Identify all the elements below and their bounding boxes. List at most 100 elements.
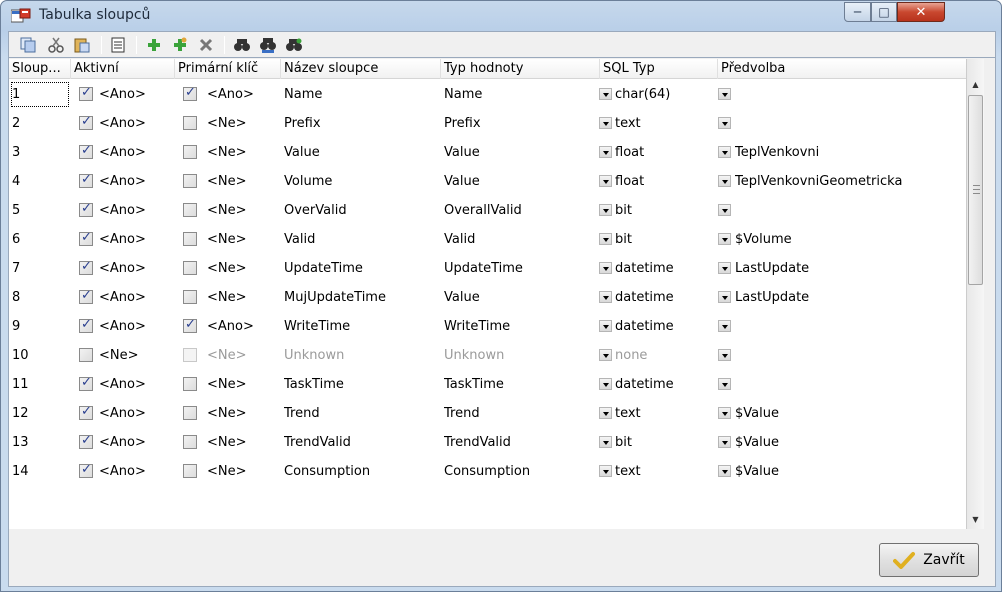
default-cell[interactable] bbox=[735, 312, 965, 341]
active-checkbox[interactable] bbox=[79, 143, 93, 159]
header-default[interactable]: Předvolba bbox=[718, 59, 966, 79]
cell-column-number[interactable]: 12 bbox=[9, 399, 71, 428]
value-type-cell[interactable]: WriteTime bbox=[444, 312, 594, 341]
header-value-type[interactable]: Typ hodnoty bbox=[441, 59, 600, 79]
column-name-cell[interactable]: Value bbox=[284, 138, 439, 167]
table-row[interactable]: 9 <Ano> <Ano> WriteTimeWriteTime datetime bbox=[9, 312, 966, 341]
default-cell[interactable]: LastUpdate bbox=[735, 283, 965, 312]
find-button[interactable] bbox=[231, 34, 253, 56]
scroll-up-arrow-icon[interactable]: ▲ bbox=[967, 76, 984, 93]
paste-button[interactable] bbox=[71, 34, 93, 56]
delete-row-button[interactable] bbox=[195, 34, 217, 56]
cell-column-number[interactable]: 3 bbox=[9, 138, 71, 167]
table-properties-button[interactable] bbox=[107, 34, 129, 56]
close-button[interactable]: Zavřít bbox=[879, 543, 979, 577]
column-name-cell[interactable]: Valid bbox=[284, 225, 439, 254]
close-window-button[interactable]: ✕ bbox=[897, 2, 945, 22]
active-checkbox[interactable] bbox=[79, 404, 93, 420]
default-cell[interactable]: $Value bbox=[735, 428, 965, 457]
primary-key-checkbox[interactable] bbox=[183, 85, 197, 101]
default-cell[interactable]: TeplVenkovniGeometricka bbox=[735, 167, 965, 196]
primary-key-checkbox[interactable] bbox=[183, 317, 197, 333]
value-type-cell[interactable]: Name bbox=[444, 80, 594, 109]
column-name-cell[interactable]: TaskTime bbox=[284, 370, 439, 399]
primary-key-checkbox[interactable] bbox=[183, 406, 197, 420]
column-name-cell[interactable]: WriteTime bbox=[284, 312, 439, 341]
active-checkbox[interactable] bbox=[79, 85, 93, 101]
table-row[interactable]: 14 <Ano> <Ne> ConsumptionConsumption text $Va… bbox=[9, 457, 966, 486]
sql-type-cell[interactable]: bit bbox=[615, 428, 715, 457]
value-type-dropdown-icon[interactable] bbox=[599, 146, 612, 158]
sql-type-cell[interactable]: datetime bbox=[615, 254, 715, 283]
scrollbar-thumb[interactable] bbox=[968, 95, 983, 285]
column-name-cell[interactable]: Trend bbox=[284, 399, 439, 428]
column-name-cell[interactable]: Prefix bbox=[284, 109, 439, 138]
value-type-dropdown-icon[interactable] bbox=[599, 436, 612, 448]
primary-key-checkbox[interactable] bbox=[183, 203, 197, 217]
value-type-dropdown-icon[interactable] bbox=[599, 349, 612, 361]
table-row[interactable]: 11 <Ano> <Ne> TaskTimeTaskTime datetime bbox=[9, 370, 966, 399]
value-type-dropdown-icon[interactable] bbox=[599, 407, 612, 419]
value-type-dropdown-icon[interactable] bbox=[599, 233, 612, 245]
sql-type-dropdown-icon[interactable] bbox=[718, 233, 731, 245]
value-type-dropdown-icon[interactable] bbox=[599, 117, 612, 129]
table-row[interactable]: 1 <Ano> <Ano> NameName char(64) bbox=[9, 80, 966, 109]
add-child-button[interactable] bbox=[169, 34, 191, 56]
active-checkbox[interactable] bbox=[79, 348, 93, 362]
scroll-down-arrow-icon[interactable]: ▼ bbox=[967, 511, 984, 528]
table-row[interactable]: 5 <Ano> <Ne> OverValidOverallValid bit bbox=[9, 196, 966, 225]
header-column-name[interactable]: Název sloupce bbox=[281, 59, 441, 79]
primary-key-checkbox[interactable] bbox=[183, 377, 197, 391]
value-type-cell[interactable]: UpdateTime bbox=[444, 254, 594, 283]
cell-column-number[interactable]: 6 bbox=[9, 225, 71, 254]
active-checkbox[interactable] bbox=[79, 230, 93, 246]
default-cell[interactable]: $Value bbox=[735, 457, 965, 486]
title-bar[interactable]: Tabulka sloupců ─ □ ✕ bbox=[1, 1, 1001, 31]
cell-column-number[interactable]: 2 bbox=[9, 109, 71, 138]
sql-type-cell[interactable]: text bbox=[615, 399, 715, 428]
sql-type-cell[interactable]: text bbox=[615, 109, 715, 138]
sql-type-dropdown-icon[interactable] bbox=[718, 465, 731, 477]
sql-type-cell[interactable]: bit bbox=[615, 196, 715, 225]
sql-type-cell[interactable]: float bbox=[615, 138, 715, 167]
active-checkbox[interactable] bbox=[79, 259, 93, 275]
cell-column-number[interactable]: 5 bbox=[9, 196, 71, 225]
column-name-cell[interactable]: Unknown bbox=[284, 341, 439, 370]
value-type-dropdown-icon[interactable] bbox=[599, 465, 612, 477]
value-type-cell[interactable]: Value bbox=[444, 167, 594, 196]
column-name-cell[interactable]: UpdateTime bbox=[284, 254, 439, 283]
maximize-button[interactable]: □ bbox=[871, 2, 897, 22]
sql-type-cell[interactable]: char(64) bbox=[615, 80, 715, 109]
sql-type-dropdown-icon[interactable] bbox=[718, 88, 731, 100]
primary-key-checkbox[interactable] bbox=[183, 290, 197, 304]
header-primary-key[interactable]: Primární klíč bbox=[175, 59, 281, 79]
active-checkbox[interactable] bbox=[79, 462, 93, 478]
active-checkbox[interactable] bbox=[79, 201, 93, 217]
column-name-cell[interactable]: Consumption bbox=[284, 457, 439, 486]
cell-column-number[interactable]: 9 bbox=[9, 312, 71, 341]
cell-column-number[interactable]: 1 bbox=[9, 80, 71, 109]
table-row[interactable]: 4 <Ano> <Ne> VolumeValue float TeplVenkovniGe… bbox=[9, 167, 966, 196]
sql-type-cell[interactable]: datetime bbox=[615, 370, 715, 399]
primary-key-checkbox[interactable] bbox=[183, 145, 197, 159]
minimize-button[interactable]: ─ bbox=[844, 2, 871, 22]
value-type-dropdown-icon[interactable] bbox=[599, 378, 612, 390]
active-checkbox[interactable] bbox=[79, 172, 93, 188]
default-cell[interactable] bbox=[735, 341, 965, 370]
column-name-cell[interactable]: OverValid bbox=[284, 196, 439, 225]
table-row[interactable]: 13 <Ano> <Ne> TrendValidTrendValid bit $Value bbox=[9, 428, 966, 457]
value-type-cell[interactable]: Unknown bbox=[444, 341, 594, 370]
value-type-cell[interactable]: Consumption bbox=[444, 457, 594, 486]
value-type-dropdown-icon[interactable] bbox=[599, 175, 612, 187]
column-name-cell[interactable]: TrendValid bbox=[284, 428, 439, 457]
sql-type-cell[interactable]: datetime bbox=[615, 283, 715, 312]
sql-type-dropdown-icon[interactable] bbox=[718, 407, 731, 419]
value-type-cell[interactable]: Value bbox=[444, 138, 594, 167]
header-column-number[interactable]: Sloup... bbox=[9, 59, 71, 79]
add-row-button[interactable] bbox=[143, 34, 165, 56]
sql-type-cell[interactable]: text bbox=[615, 457, 715, 486]
value-type-cell[interactable]: Value bbox=[444, 283, 594, 312]
cell-column-number[interactable]: 10 bbox=[9, 341, 71, 370]
active-checkbox[interactable] bbox=[79, 433, 93, 449]
default-cell[interactable] bbox=[735, 370, 965, 399]
